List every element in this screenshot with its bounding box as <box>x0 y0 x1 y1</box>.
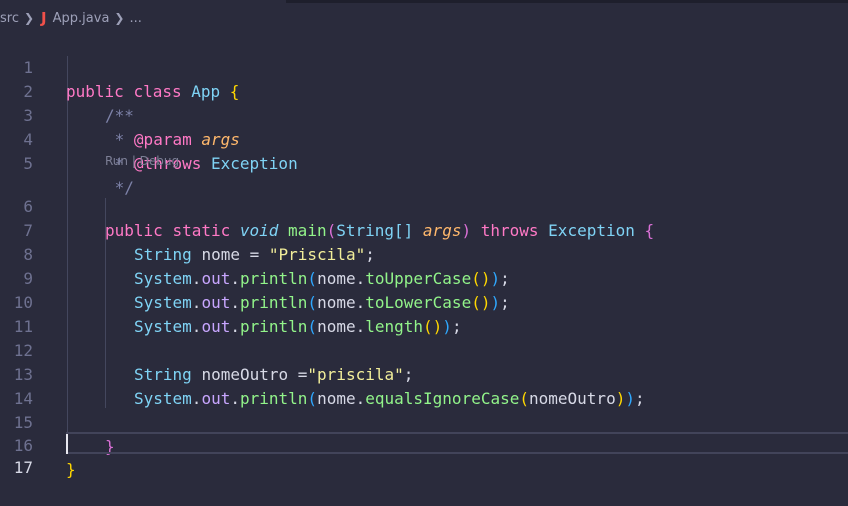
breadcrumb-file[interactable]: App.java <box>53 11 110 26</box>
token: } <box>66 460 76 479</box>
breadcrumb-folder[interactable]: src <box>0 11 19 26</box>
code-text: } <box>66 458 76 482</box>
chevron-right-icon: ❯ <box>114 11 125 25</box>
code-line[interactable]: 4 * @throws Exception <box>0 104 848 173</box>
code-line[interactable]: 9 System.out.println(nome.toLowerCase())… <box>0 243 848 312</box>
tab-bar-edge <box>0 0 286 3</box>
code-line[interactable]: 6 public static void main(String[] args)… <box>0 171 848 240</box>
code-line[interactable]: 2 /** <box>0 56 848 125</box>
code-line[interactable]: 1 public class App { <box>0 32 848 101</box>
code-line[interactable]: 7 String nome = "Priscila"; <box>0 195 848 264</box>
code-line[interactable]: 15 } <box>0 387 848 456</box>
breadcrumb: src ❯ J App.java ❯ ... <box>0 6 848 30</box>
code-line[interactable]: 12 String nomeOutro ="priscila"; <box>0 315 848 384</box>
breadcrumb-more[interactable]: ... <box>129 11 141 26</box>
code-line-current[interactable]: 17 <box>0 432 848 477</box>
code-line[interactable]: 13 System.out.println(nome.equalsIgnoreC… <box>0 339 848 408</box>
code-line[interactable]: 8 System.out.println(nome.toUpperCase())… <box>0 219 848 288</box>
chevron-right-icon: ❯ <box>23 11 35 25</box>
java-file-icon: J <box>41 9 47 27</box>
code-line[interactable]: 14 <box>0 363 848 408</box>
text-cursor <box>66 434 68 454</box>
code-line[interactable]: 5 */ <box>0 128 848 197</box>
code-line[interactable]: 3 * @param args <box>0 80 848 149</box>
tab-bar-edge-dark <box>286 0 848 3</box>
line-number: 17 <box>13 458 33 477</box>
code-line[interactable]: 16 } <box>0 410 848 479</box>
code-line[interactable]: 10 System.out.println(nome.length()); <box>0 267 848 336</box>
codelens-run-debug[interactable]: Run | Debug <box>105 151 179 171</box>
code-line[interactable]: 11 <box>0 291 848 336</box>
